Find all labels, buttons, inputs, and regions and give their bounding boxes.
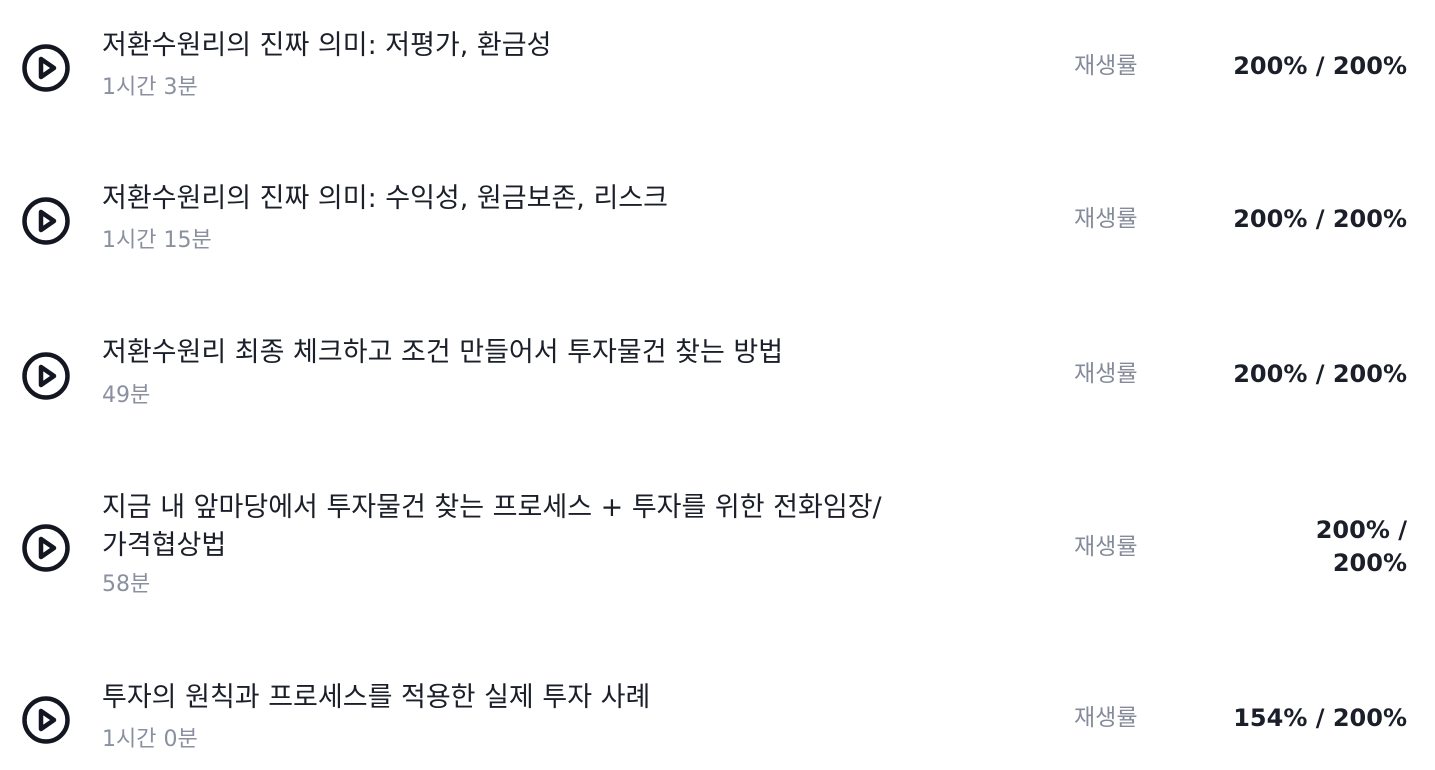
progress-value: 154% / 200% (1233, 704, 1407, 732)
lecture-duration: 58분 (102, 572, 151, 597)
lecture-duration: 49분 (102, 383, 151, 408)
progress-label: 재생률 (1074, 53, 1138, 79)
lecture-title-line-1[interactable]: 지금 내 앞마당에서 투자물건 찾는 프로세스 + 투자를 위한 전화임장/ (102, 491, 882, 525)
play-circle-icon[interactable] (21, 523, 71, 573)
lecture-row[interactable]: 투자의 원칙과 프로세스를 적용한 실제 투자 사례 1시간 0분 재생률 15… (0, 650, 1435, 770)
play-circle-icon[interactable] (21, 43, 71, 93)
lecture-title[interactable]: 저환수원리의 진짜 의미: 저평가, 환금성 (102, 29, 551, 63)
progress-value: 200% / 200% (1233, 360, 1407, 388)
lecture-title[interactable]: 저환수원리 최종 체크하고 조건 만들어서 투자물건 찾는 방법 (102, 336, 783, 370)
lecture-row[interactable]: 저환수원리의 진짜 의미: 수익성, 원금보존, 리스크 1시간 15분 재생률… (0, 150, 1435, 305)
play-circle-icon[interactable] (21, 196, 71, 246)
lecture-row[interactable]: 저환수원리의 진짜 의미: 저평가, 환금성 1시간 3분 재생률 200% /… (0, 0, 1435, 150)
progress-label: 재생률 (1074, 361, 1138, 387)
progress-value: 200% / 200% (1233, 205, 1407, 233)
progress-label: 재생률 (1074, 705, 1138, 731)
progress-value-line-2: 200% (1332, 549, 1407, 577)
progress-value: 200% / 200% (1233, 52, 1407, 80)
lecture-title[interactable]: 저환수원리의 진짜 의미: 수익성, 원금보존, 리스크 (102, 182, 668, 216)
lecture-title[interactable]: 투자의 원칙과 프로세스를 적용한 실제 투자 사례 (102, 681, 650, 715)
lecture-duration: 1시간 0분 (102, 727, 198, 752)
lecture-duration: 1시간 15분 (102, 228, 212, 253)
lecture-duration: 1시간 3분 (102, 75, 198, 100)
lecture-list: 저환수원리의 진짜 의미: 저평가, 환금성 1시간 3분 재생률 200% /… (0, 0, 1435, 770)
progress-label: 재생률 (1074, 534, 1138, 560)
play-circle-icon[interactable] (21, 695, 71, 745)
progress-value-line-1: 200% / (1315, 516, 1407, 544)
lecture-row[interactable]: 저환수원리 최종 체크하고 조건 만들어서 투자물건 찾는 방법 49분 재생률… (0, 305, 1435, 460)
lecture-title-line-2[interactable]: 가격협상법 (102, 529, 226, 563)
play-circle-icon[interactable] (21, 351, 71, 401)
progress-label: 재생률 (1074, 206, 1138, 232)
lecture-row[interactable]: 지금 내 앞마당에서 투자물건 찾는 프로세스 + 투자를 위한 전화임장/ 가… (0, 460, 1435, 650)
